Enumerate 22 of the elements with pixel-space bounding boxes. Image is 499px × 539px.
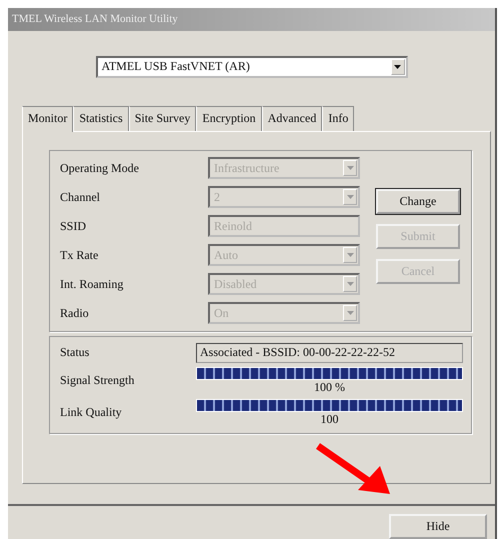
button[interactable]: Hide (389, 514, 487, 539)
tab[interactable]: Advanced (262, 106, 322, 131)
button[interactable]: Change (376, 188, 460, 214)
field-label: Operating Mode (60, 160, 140, 176)
field-label: Int. Roaming (60, 276, 124, 292)
tab[interactable]: Statistics (73, 106, 129, 131)
meter-label: Signal Strength (60, 373, 136, 388)
device-dropdown[interactable]: ATMEL USB FastVNET (AR) (96, 56, 408, 78)
window-title: TMEL Wireless LAN Monitor Utility (8, 8, 495, 31)
tab[interactable]: Monitor (22, 106, 74, 132)
field-label: Channel (60, 190, 101, 205)
tab[interactable]: Encryption (196, 106, 262, 131)
tab[interactable]: Site Survey (128, 106, 196, 131)
field-label: Status (60, 345, 90, 360)
status-field: Associated - BSSID: 00-00-22-22-22-52 (196, 342, 463, 363)
meter-reading: 100 (320, 412, 338, 427)
meter-label: Link Quality (60, 405, 123, 420)
tab[interactable]: Info (322, 106, 354, 131)
field-label: Radio (60, 306, 90, 321)
field-label: SSID (60, 218, 88, 234)
meter-reading: 100 % (314, 380, 345, 395)
field-label: Tx Rate (60, 248, 100, 263)
